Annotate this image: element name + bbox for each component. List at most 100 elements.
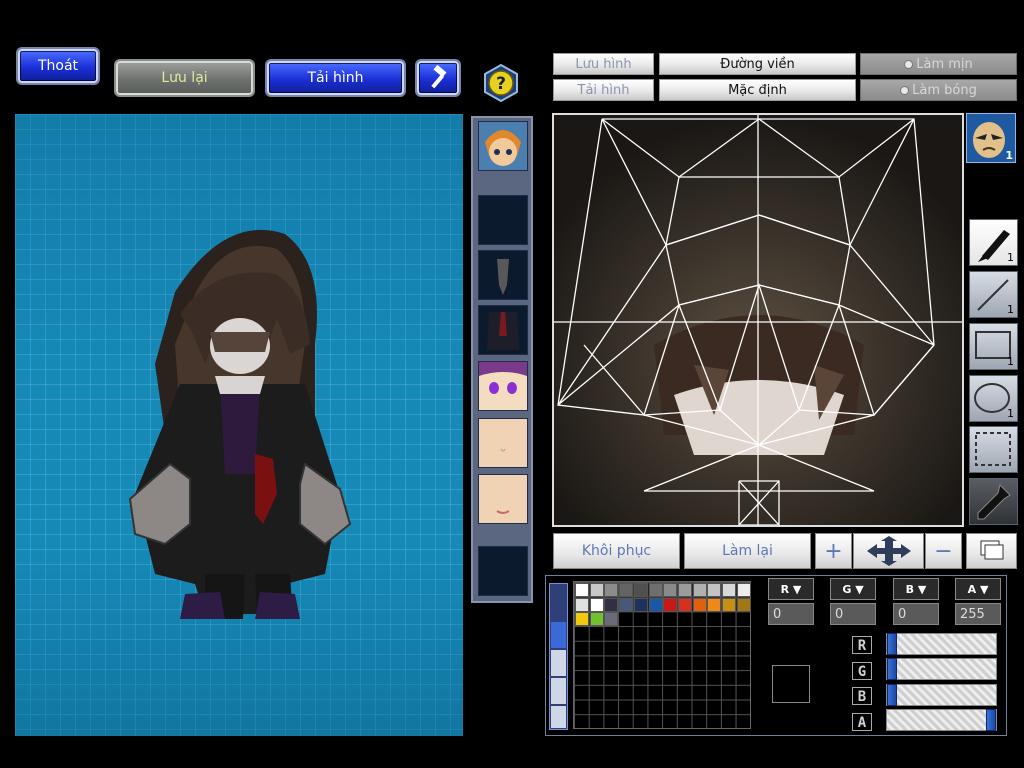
hair-thumbnail-icon: [479, 122, 527, 170]
color-swatch[interactable]: [692, 583, 707, 597]
face-thumbnail-icon: [500, 448, 506, 452]
r-slider-thumb[interactable]: [887, 633, 897, 655]
b-slider-label: B: [852, 687, 872, 705]
color-swatch[interactable]: [575, 597, 589, 612]
a-slider-thumb[interactable]: [986, 709, 996, 731]
r-slider[interactable]: [886, 633, 997, 655]
slot-face-smile[interactable]: [478, 474, 528, 524]
texture-editor-canvas[interactable]: [552, 113, 964, 527]
palette-tab[interactable]: [551, 650, 566, 676]
color-swatch[interactable]: [736, 583, 751, 597]
redo-button[interactable]: Làm lại: [684, 533, 811, 569]
color-swatch[interactable]: [736, 597, 751, 612]
pen-tool[interactable]: 1: [969, 219, 1018, 266]
eyedropper-icon: [977, 484, 1011, 520]
restore-button[interactable]: Khôi phục: [553, 533, 680, 569]
g-value-field[interactable]: 0: [830, 603, 876, 625]
slot-face-purple[interactable]: [478, 361, 528, 411]
color-swatch[interactable]: [633, 583, 648, 597]
outline-button[interactable]: Đường viền: [659, 53, 856, 75]
channel-a-dropdown[interactable]: A ▼: [955, 578, 1001, 600]
rectangle-tool[interactable]: 1: [969, 323, 1018, 370]
hammer-button[interactable]: [417, 61, 459, 95]
a-slider[interactable]: [886, 709, 997, 731]
color-swatch[interactable]: [619, 597, 634, 612]
color-swatch[interactable]: [707, 583, 722, 597]
selection-icon: [975, 432, 1011, 466]
color-swatch[interactable]: [722, 583, 736, 597]
color-swatch[interactable]: [575, 583, 589, 597]
default-button[interactable]: Mặc định: [659, 79, 856, 101]
face-preview[interactable]: 1: [966, 113, 1016, 163]
color-swatch[interactable]: [604, 583, 619, 597]
g-slider-thumb[interactable]: [887, 658, 897, 680]
channel-g-dropdown[interactable]: G ▼: [830, 578, 876, 600]
g-slider[interactable]: [886, 658, 997, 680]
color-swatch[interactable]: [589, 612, 604, 627]
palette-tab[interactable]: [551, 622, 566, 648]
selection-tool[interactable]: [969, 426, 1018, 473]
color-swatch[interactable]: [692, 597, 707, 612]
radio-icon: [904, 59, 914, 69]
face-thumbnail-icon: [479, 362, 527, 394]
character-model: [128, 229, 352, 619]
slot-empty[interactable]: [478, 195, 528, 245]
color-swatch[interactable]: [589, 597, 604, 612]
parts-column: [471, 116, 533, 603]
texture-wireframe: [554, 115, 962, 525]
channel-b-dropdown[interactable]: B ▼: [893, 578, 939, 600]
layer-button[interactable]: [966, 533, 1017, 569]
r-value-field[interactable]: 0: [768, 603, 814, 625]
a-value-field[interactable]: 255: [955, 603, 1001, 625]
color-swatch[interactable]: [677, 597, 692, 612]
slot-empty[interactable]: [478, 546, 528, 596]
g-slider-label: G: [852, 662, 872, 680]
line-tool[interactable]: 1: [969, 271, 1018, 318]
color-swatch[interactable]: [589, 583, 604, 597]
b-slider-thumb[interactable]: [887, 684, 897, 706]
zoom-out-button[interactable]: −: [925, 533, 962, 569]
b-value-field[interactable]: 0: [893, 603, 939, 625]
exit-button[interactable]: Thoát: [18, 49, 98, 83]
eyedropper-tool[interactable]: [969, 478, 1018, 525]
color-swatch[interactable]: [648, 583, 663, 597]
slot-outfit[interactable]: [478, 305, 528, 355]
color-swatch[interactable]: [707, 597, 722, 612]
save-button[interactable]: Lưu lại: [116, 61, 253, 95]
color-swatch[interactable]: [663, 597, 678, 612]
b-slider[interactable]: [886, 684, 997, 706]
load-image-button[interactable]: Tải hình: [267, 61, 404, 95]
tool-count: 1: [1007, 407, 1014, 420]
color-swatch[interactable]: [648, 597, 663, 612]
channel-a-label: A: [967, 582, 977, 596]
palette-grid[interactable]: [573, 581, 751, 729]
save-texture-button[interactable]: Lưu hình: [553, 53, 654, 75]
question-mark-icon: ?: [484, 63, 518, 103]
character-preview-stage[interactable]: [15, 114, 463, 736]
color-swatch[interactable]: [633, 597, 648, 612]
help-button[interactable]: ?: [482, 63, 520, 103]
color-swatch[interactable]: [722, 597, 736, 612]
color-swatch[interactable]: [619, 583, 634, 597]
palette-tab[interactable]: [551, 678, 566, 704]
color-swatch[interactable]: [604, 597, 619, 612]
color-swatch[interactable]: [677, 583, 692, 597]
load-texture-button[interactable]: Tải hình: [553, 79, 654, 101]
slot-hair[interactable]: [478, 121, 528, 171]
slot-face-plain[interactable]: [478, 418, 528, 468]
shade-toggle[interactable]: Làm bóng: [860, 79, 1017, 101]
move-button[interactable]: [853, 533, 924, 569]
smooth-label: Làm mịn: [916, 56, 973, 72]
smooth-toggle[interactable]: Làm mịn: [860, 53, 1017, 75]
zoom-in-button[interactable]: +: [815, 533, 852, 569]
slot-accessory[interactable]: [478, 250, 528, 300]
channel-r-dropdown[interactable]: R ▼: [768, 578, 814, 600]
color-swatch[interactable]: [604, 612, 619, 627]
color-swatch[interactable]: [663, 583, 678, 597]
palette-tab[interactable]: [551, 706, 566, 728]
ellipse-tool[interactable]: 1: [969, 375, 1018, 422]
color-swatch[interactable]: [575, 612, 589, 627]
face-thumbnail-icon: [496, 510, 510, 514]
shade-label: Làm bóng: [912, 82, 977, 98]
a-slider-label: A: [852, 713, 872, 731]
